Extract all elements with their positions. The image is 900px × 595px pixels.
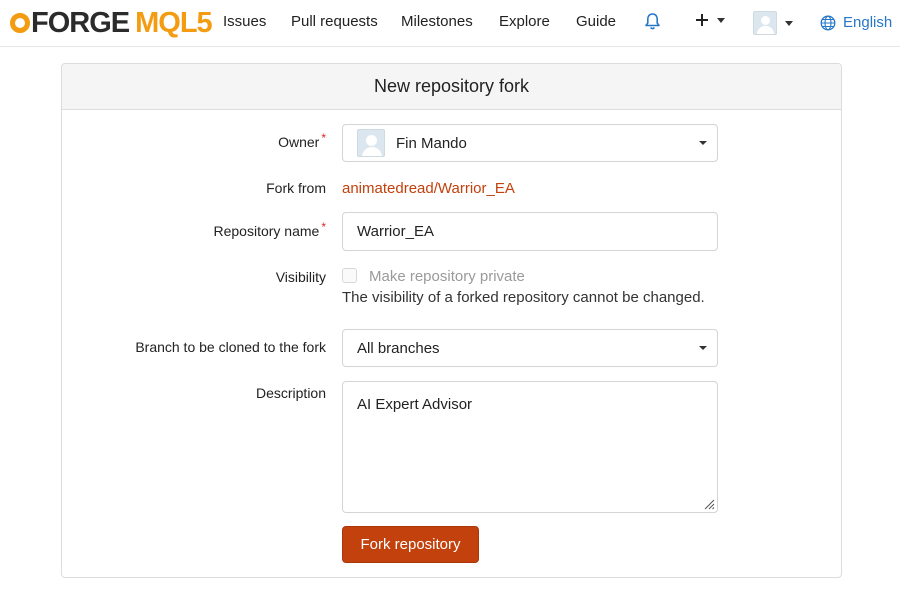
fork-form-card: New repository fork Owner * Fin Mando For… bbox=[61, 63, 842, 578]
chevron-down-icon bbox=[785, 20, 793, 26]
fork-from-label: Fork from bbox=[266, 180, 326, 196]
branch-select[interactable]: All branches bbox=[342, 329, 718, 367]
user-avatar bbox=[753, 11, 777, 35]
nav-issues[interactable]: Issues bbox=[223, 13, 266, 30]
chevron-down-icon bbox=[699, 141, 707, 145]
form-title: New repository fork bbox=[62, 64, 841, 110]
description-value: AI Expert Advisor bbox=[357, 396, 473, 413]
nav-guide[interactable]: Guide bbox=[576, 13, 616, 30]
top-navbar: FORGE MQL5 Issues Pull requests Mileston… bbox=[0, 0, 900, 47]
globe-icon bbox=[820, 15, 836, 30]
user-menu[interactable] bbox=[753, 11, 793, 35]
language-label: English bbox=[843, 14, 893, 31]
repo-name-input[interactable]: Warrior_EA bbox=[342, 212, 718, 251]
logo-text-forge: FORGE bbox=[31, 6, 130, 39]
owner-select[interactable]: Fin Mando bbox=[342, 124, 718, 162]
private-checkbox[interactable] bbox=[342, 268, 357, 283]
repo-name-label: Repository name * bbox=[213, 220, 327, 239]
resize-handle-icon[interactable] bbox=[703, 498, 715, 510]
notifications-bell-icon[interactable] bbox=[644, 12, 661, 31]
required-marker: * bbox=[321, 131, 326, 145]
nav-milestones[interactable]: Milestones bbox=[401, 13, 473, 30]
chevron-down-icon bbox=[717, 17, 725, 23]
language-selector[interactable]: English bbox=[820, 14, 892, 31]
fork-repository-button[interactable]: Fork repository bbox=[342, 526, 479, 563]
visibility-help-text: The visibility of a forked repository ca… bbox=[342, 289, 705, 306]
forge-mql5-logo[interactable]: FORGE MQL5 bbox=[10, 6, 213, 39]
gear-logo-icon bbox=[10, 13, 30, 33]
required-marker: * bbox=[321, 220, 326, 234]
logo-text-mql5: MQL5 bbox=[135, 6, 213, 39]
plus-icon bbox=[696, 14, 708, 26]
chevron-down-icon bbox=[699, 346, 707, 350]
description-textarea[interactable]: AI Expert Advisor bbox=[342, 381, 718, 513]
branch-label: Branch to be cloned to the fork bbox=[135, 339, 326, 355]
owner-value: Fin Mando bbox=[396, 134, 467, 152]
nav-explore[interactable]: Explore bbox=[499, 13, 550, 30]
visibility-label: Visibility bbox=[275, 269, 326, 285]
nav-pull-requests[interactable]: Pull requests bbox=[291, 13, 378, 30]
private-checkbox-label: Make repository private bbox=[369, 268, 525, 285]
create-new-menu[interactable] bbox=[695, 13, 725, 27]
branch-value: All branches bbox=[357, 339, 440, 357]
description-label: Description bbox=[255, 385, 326, 401]
repo-name-value: Warrior_EA bbox=[357, 223, 434, 240]
owner-avatar bbox=[357, 129, 385, 157]
fork-source-link[interactable]: animatedread/Warrior_EA bbox=[342, 180, 515, 197]
owner-label: Owner * bbox=[278, 131, 326, 150]
